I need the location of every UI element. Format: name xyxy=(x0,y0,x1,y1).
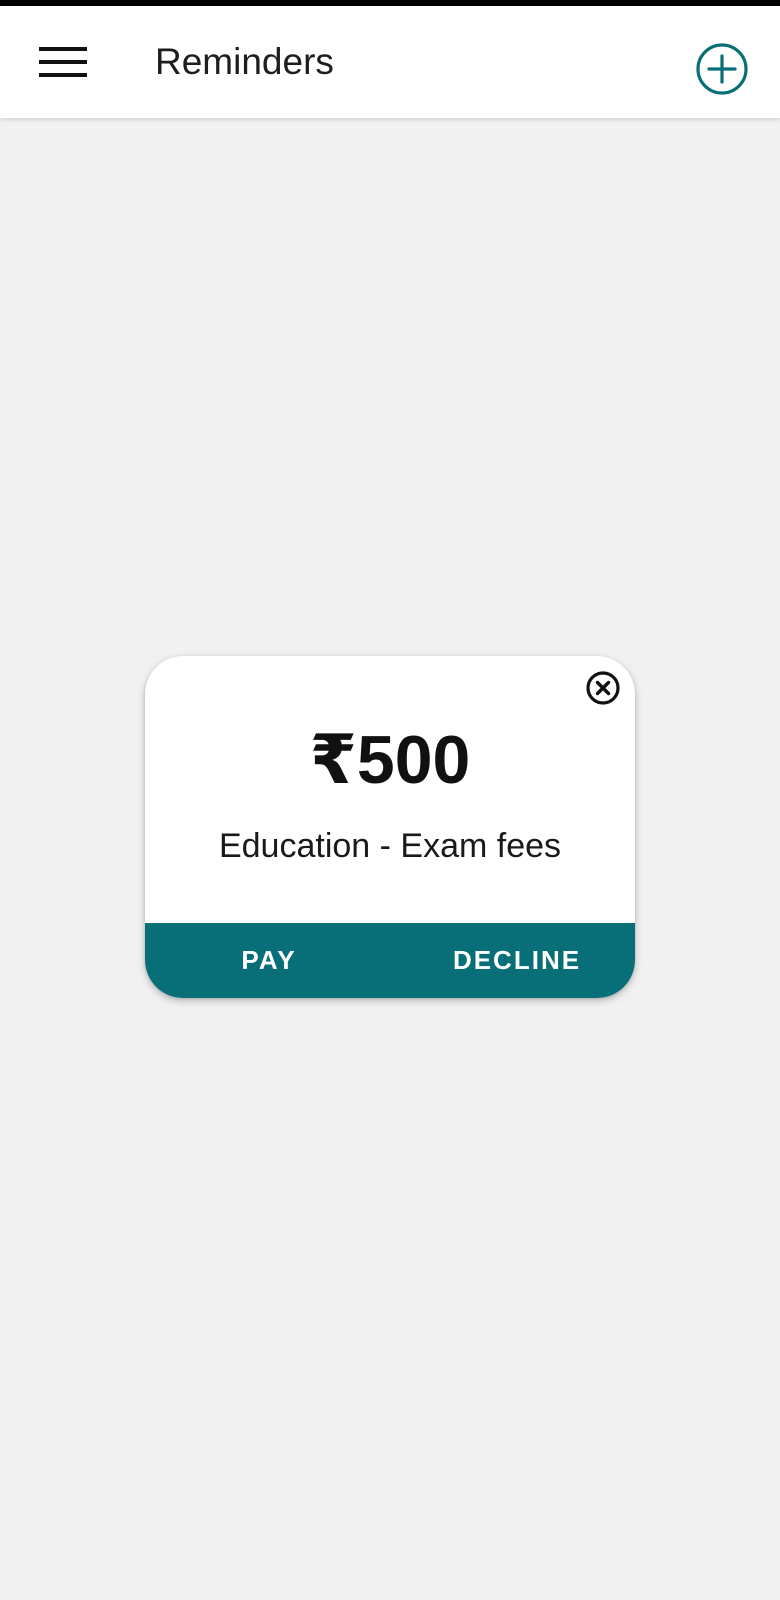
reminder-amount: ₹500 xyxy=(309,722,471,798)
close-circle-icon xyxy=(586,671,620,705)
close-reminder-button[interactable] xyxy=(583,668,623,708)
add-reminder-button[interactable] xyxy=(689,36,755,102)
page-title: Reminders xyxy=(155,41,334,82)
add-circle-icon xyxy=(696,43,748,95)
decline-button[interactable]: DECLINE xyxy=(387,923,635,998)
hamburger-menu-icon xyxy=(39,47,87,77)
app-bar: Reminders xyxy=(0,6,780,118)
reminder-description: Education - Exam fees xyxy=(218,827,562,865)
reminder-actions: PAY DECLINE xyxy=(145,923,635,998)
menu-button[interactable] xyxy=(30,34,96,90)
pay-button[interactable]: PAY xyxy=(145,923,387,998)
reminder-card: ₹500 Education - Exam fees PAY DECLINE xyxy=(145,656,635,998)
